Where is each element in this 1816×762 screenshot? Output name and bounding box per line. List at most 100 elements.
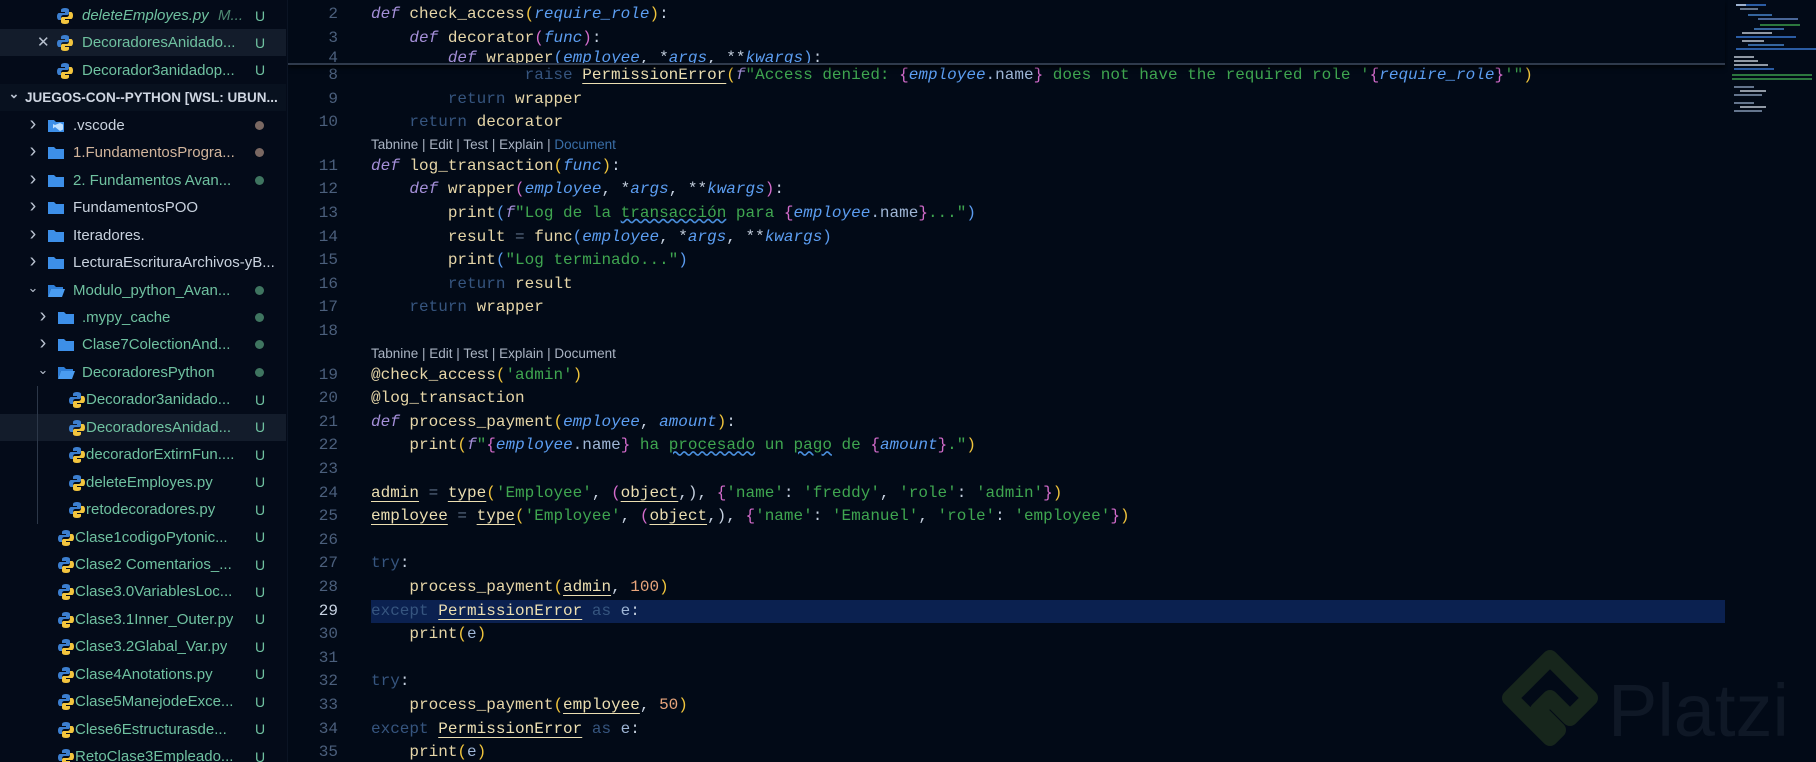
tree-item[interactable]: › 1.FundamentosProgra... <box>0 139 286 166</box>
tree-item[interactable]: › Clase7ColectionAnd... <box>0 331 286 358</box>
code-line[interactable]: 25 employee = type('Employee', (object,),… <box>288 505 1725 529</box>
codelens-actions[interactable]: Tabnine | Edit | Test | Explain | Docume… <box>371 135 616 155</box>
chevron-right-icon[interactable]: › <box>27 169 39 189</box>
tree-item[interactable]: › FundamentosPOO <box>0 194 286 221</box>
tree-item[interactable]: ⌄ DecoradoresPython <box>0 359 286 386</box>
codelens-actions[interactable]: Tabnine | Edit | Test | Explain | Docume… <box>371 344 616 364</box>
code-token: type <box>476 507 516 526</box>
code-token: ( <box>515 507 525 526</box>
tree-item[interactable]: › .mypy_cache <box>0 304 286 331</box>
sticky-scroll[interactable]: 2 def check_access(require_role): 3 def de… <box>288 0 1725 65</box>
code-line[interactable]: 19 @check_access('admin') <box>288 364 1725 388</box>
close-icon[interactable]: ✕ <box>37 35 50 50</box>
code-line[interactable]: 27 try: <box>288 552 1725 576</box>
tree-item[interactable]: › Iteradores. <box>0 222 286 249</box>
code-line[interactable]: 12 def wrapper(employee, *args, **kwargs… <box>288 178 1725 202</box>
code-line[interactable]: 16 return result <box>288 273 1725 297</box>
code-line[interactable]: 24 admin = type('Employee', (object,), {'… <box>288 482 1725 506</box>
tree-item[interactable]: › 2. Fundamentos Avan... <box>0 167 286 194</box>
git-status-badge: U <box>255 611 266 628</box>
open-editor-item[interactable]: Decorador3anidadop... U <box>0 57 286 84</box>
chevron-down-icon[interactable]: ⌄ <box>37 363 49 376</box>
code-line[interactable]: 29 except PermissionError as e: <box>288 599 1725 624</box>
code-line[interactable]: 15 print("Log terminado...") <box>288 249 1725 273</box>
code-token: ) <box>678 251 688 270</box>
line-number: 35 <box>318 743 338 762</box>
chevron-right-icon[interactable]: › <box>37 306 49 326</box>
code-line[interactable]: 22 print(f"{employee.name} ha procesado … <box>288 434 1725 458</box>
open-editor-item[interactable]: ✕ DecoradoresAnidado... U <box>0 29 286 57</box>
chevron-right-icon[interactable]: › <box>27 251 39 271</box>
code-line[interactable]: 21 def process_payment(employee, amount): <box>288 411 1725 435</box>
tree-item[interactable]: Clase1codigoPytonic... U <box>0 524 286 551</box>
code-text: print(f"{employee.name} ha procesado un … <box>371 434 976 458</box>
git-status-badge: U <box>255 34 266 51</box>
tree-item[interactable]: deleteEmployes.py U <box>0 469 286 496</box>
git-status-dot <box>255 285 264 295</box>
tree-item[interactable]: ⌄ Modulo_python_Avan... <box>0 277 286 304</box>
chevron-right-icon[interactable]: › <box>37 333 49 353</box>
code-token: { <box>716 483 727 502</box>
chevron-right-icon[interactable]: › <box>27 224 39 244</box>
code-token: ( <box>534 29 544 47</box>
codelens-tabnine-links[interactable]: Tabnine | Edit | Test | Explain | Docume… <box>371 346 616 361</box>
code-line[interactable]: 20 @log_transaction <box>288 387 1725 411</box>
codelens-tabnine-links[interactable]: Tabnine | Edit | Test | Explain | <box>371 137 554 152</box>
code-line[interactable]: 10 return decorator <box>288 111 1725 135</box>
tree-item[interactable]: Decorador3anidado... U <box>0 386 286 413</box>
code-token: ) <box>659 578 669 596</box>
code-line[interactable]: 23 <box>288 458 1725 482</box>
tree-item[interactable]: › LecturaEscrituraArchivos-yB... <box>0 249 286 276</box>
tree-item-label: Clase7ColectionAnd... <box>82 336 231 354</box>
tree-item[interactable]: Clase3.0VariablesLoc... U <box>0 578 286 605</box>
code-line[interactable]: 28 process_payment(admin, 100) <box>288 576 1725 600</box>
code-token: ) <box>803 49 813 65</box>
tree-item[interactable]: RetoClase3Empleado... U <box>0 743 286 762</box>
tree-item[interactable]: Clase3.1Inner_Outer.py U <box>0 606 286 633</box>
code-token: decorator <box>476 113 564 132</box>
workspace-header[interactable]: ⌄ JUEGOS-CON--PYTHON [WSL: UBUN... <box>0 84 286 112</box>
tree-item[interactable]: Clase5ManejodeExce... U <box>0 688 286 715</box>
tree-item[interactable]: retodecoradores.py U <box>0 496 286 523</box>
python-file-icon <box>68 501 86 519</box>
code-line[interactable]: 26 <box>288 529 1725 553</box>
code-line[interactable]: 11 def log_transaction(func): <box>288 155 1725 179</box>
minimap-line <box>1734 86 1754 88</box>
minimap-line <box>1734 102 1754 104</box>
minimap-line <box>1734 64 1768 66</box>
tree-item[interactable]: Clese6Estructurasde... U <box>0 716 286 743</box>
minimap-line <box>1736 4 1746 6</box>
code-line[interactable]: 2 def check_access(require_role): <box>288 3 1725 27</box>
chevron-right-icon[interactable]: › <box>27 141 39 161</box>
code-token: 'freddy' <box>803 483 880 502</box>
tree-item[interactable]: Clase3.2Glabal_Var.py U <box>0 633 286 660</box>
open-editor-item[interactable]: deleteEmployes.py M... U <box>0 2 286 29</box>
folder-icon <box>47 229 65 243</box>
code-line[interactable]: 17 return wrapper <box>288 296 1725 320</box>
chevron-down-icon[interactable]: ⌄ <box>27 281 39 294</box>
code-editor[interactable]: 8 raise PermissionError(f"Access denied:… <box>288 0 1728 762</box>
tree-item[interactable]: DecoradoresAnidad... U <box>0 413 286 441</box>
code-line[interactable]: 30 print(e) <box>288 623 1725 647</box>
tree-item[interactable]: decoradorExtirnFun.... U <box>0 441 286 468</box>
code-line[interactable]: 8 raise PermissionError(f"Access denied:… <box>288 64 1725 88</box>
code-line[interactable]: 14 result = func(employee, *args, **kwar… <box>288 226 1725 250</box>
line-number: 4 <box>328 49 338 65</box>
chevron-down-icon[interactable]: ⌄ <box>8 87 20 100</box>
codelens-document-link[interactable]: Document <box>554 137 616 152</box>
code-line[interactable]: 4 def wrapper(employee, *args, **kwargs)… <box>288 47 1725 65</box>
code-line[interactable]: 18 <box>288 320 1725 344</box>
code-token: 'admin' <box>975 483 1044 502</box>
chevron-right-icon[interactable]: › <box>27 196 39 216</box>
chevron-right-icon[interactable]: › <box>27 114 39 134</box>
tree-item[interactable]: › .vscode <box>0 112 286 139</box>
tree-item[interactable]: Clase2 Comentarios_... U <box>0 551 286 578</box>
tree-item[interactable]: Clase4Anotations.py U <box>0 661 286 688</box>
minimap[interactable] <box>1728 0 1816 762</box>
code-token: wrapper <box>447 180 516 199</box>
code-line[interactable]: 9 return wrapper <box>288 88 1725 112</box>
python-file-icon <box>68 446 86 464</box>
code-line[interactable]: 13 print(f"Log de la transacción para {e… <box>288 202 1725 226</box>
